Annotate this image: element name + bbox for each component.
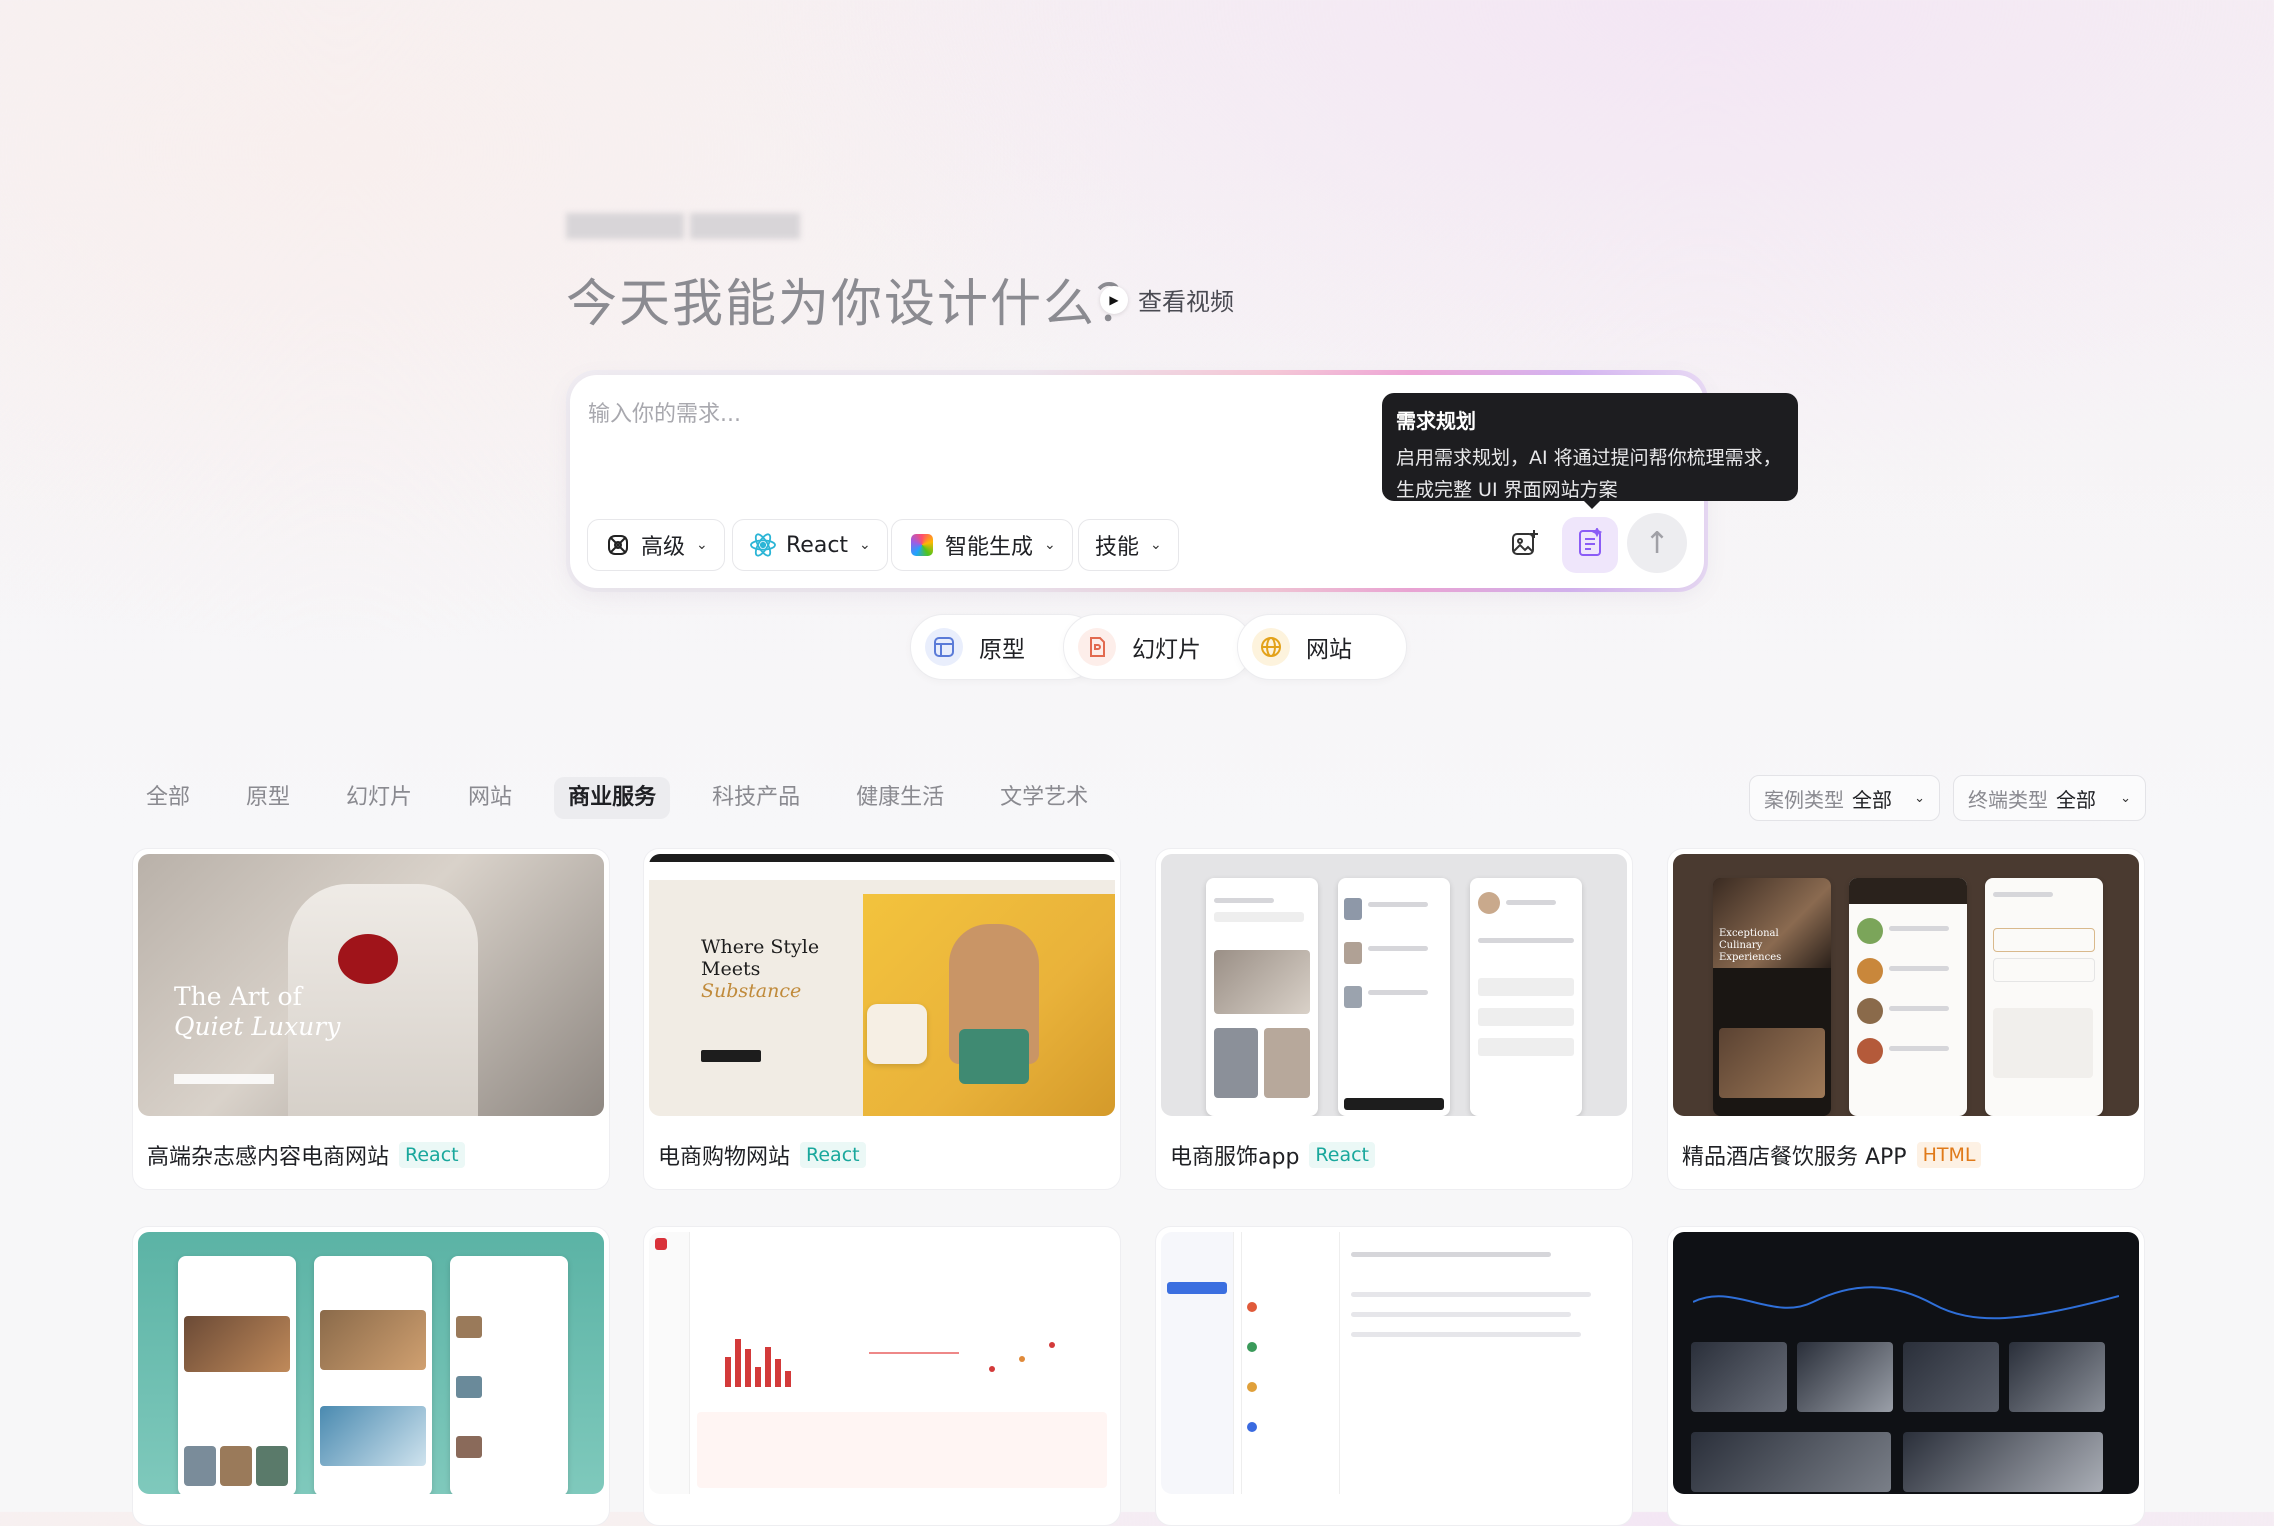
- quick-type-label: 幻灯片: [1132, 637, 1201, 663]
- case-title-row: 精品酒店餐饮服务 APP HTML: [1682, 1139, 1982, 1171]
- case-thumbnail: Exceptional Culinary Experiences: [1673, 854, 2139, 1116]
- case-thumbnail: [649, 1232, 1115, 1494]
- thumb-heading: Meets: [701, 958, 761, 980]
- requirement-planning-tooltip: 需求规划 启用需求规划，AI 将通过提问帮你梳理需求， 生成完整 UI 界面网站…: [1382, 393, 1798, 501]
- thumb-heading: The Art of: [174, 982, 302, 1011]
- thumb-heading: Quiet Luxury: [174, 1012, 341, 1041]
- case-title: 电商购物网站: [658, 1145, 791, 1170]
- tab-health-life[interactable]: 健康生活: [842, 777, 958, 819]
- case-title-row: 电商购物网站 React: [658, 1139, 866, 1171]
- tab-tech-products[interactable]: 科技产品: [698, 777, 814, 819]
- case-card[interactable]: Exceptional Culinary Experiences 精品酒店餐饮服…: [1667, 848, 2145, 1190]
- framework-dropdown[interactable]: React ⌄: [732, 519, 888, 571]
- prototype-icon: [925, 628, 963, 666]
- thumb-heading: Exceptional Culinary Experiences: [1719, 928, 1782, 963]
- slides-icon: [1078, 628, 1116, 666]
- case-thumbnail: [1673, 1232, 2139, 1494]
- tab-all[interactable]: 全部: [132, 777, 204, 819]
- generation-mode-label: 智能生成: [945, 535, 1034, 560]
- tooltip-title: 需求规划: [1396, 409, 1476, 433]
- arrow-up-icon: ↑: [1644, 525, 1670, 561]
- chevron-down-icon: ⌄: [1150, 537, 1162, 553]
- model-level-dropdown[interactable]: 高级 ⌄: [587, 519, 725, 571]
- case-thumbnail: [1161, 854, 1627, 1116]
- send-button[interactable]: ↑: [1627, 513, 1687, 573]
- chevron-down-icon: ⌄: [2120, 790, 2131, 806]
- color-grid-icon: [908, 531, 936, 559]
- filter-value: 全部: [1852, 787, 1892, 812]
- filter-key: 案例类型: [1764, 787, 1844, 812]
- case-card[interactable]: [1155, 1226, 1633, 1526]
- tab-slides[interactable]: 幻灯片: [332, 777, 426, 819]
- framework-label: React: [786, 532, 849, 558]
- quick-type-website[interactable]: 网站: [1237, 614, 1407, 680]
- image-add-icon: [1510, 528, 1540, 562]
- case-title: 高端杂志感内容电商网站: [147, 1145, 390, 1170]
- generation-mode-dropdown[interactable]: 智能生成 ⌄: [891, 519, 1073, 571]
- chevron-down-icon: ⌄: [696, 537, 708, 553]
- quick-type-label: 原型: [979, 637, 1025, 663]
- case-card[interactable]: [132, 1226, 610, 1526]
- framework-tag: React: [1309, 1142, 1375, 1168]
- globe-icon: [1252, 628, 1290, 666]
- prompt-input[interactable]: [586, 393, 1350, 435]
- filter-value: 全部: [2056, 787, 2096, 812]
- requirement-planning-button[interactable]: [1562, 517, 1618, 573]
- react-icon: [749, 531, 777, 559]
- framework-tag: React: [800, 1142, 866, 1168]
- quick-type-label: 网站: [1306, 637, 1352, 663]
- tab-prototype[interactable]: 原型: [232, 777, 304, 819]
- case-card[interactable]: Where Style Meets Substance 电商购物网站 React: [643, 848, 1121, 1190]
- model-icon: [604, 531, 632, 559]
- framework-tag: React: [399, 1142, 465, 1168]
- chevron-down-icon: ⌄: [1914, 790, 1925, 806]
- tab-literature-art[interactable]: 文学艺术: [986, 777, 1102, 819]
- thumb-heading: Where Style: [701, 936, 820, 958]
- device-type-filter[interactable]: 终端类型 全部 ⌄: [1953, 775, 2146, 821]
- case-title: 精品酒店餐饮服务 APP: [1682, 1145, 1907, 1170]
- case-thumbnail: [138, 1232, 604, 1494]
- framework-tag: HTML: [1916, 1142, 1982, 1168]
- case-title-row: 高端杂志感内容电商网站 React: [147, 1139, 465, 1171]
- tooltip-arrow: [1582, 499, 1602, 509]
- case-card[interactable]: The Art of Quiet Luxury 高端杂志感内容电商网站 Reac…: [132, 848, 610, 1190]
- filter-key: 终端类型: [1968, 787, 2048, 812]
- quick-type-slides[interactable]: 幻灯片: [1063, 614, 1253, 680]
- case-title-row: 电商服饰app React: [1170, 1139, 1375, 1171]
- category-tabs: 全部 原型 幻灯片 网站 商业服务 科技产品 健康生活 文学艺术: [132, 777, 1130, 819]
- case-type-filter[interactable]: 案例类型 全部 ⌄: [1749, 775, 1940, 821]
- brand-logo: [566, 213, 800, 239]
- page-title: 今天我能为你设计什么？: [566, 275, 1150, 334]
- case-card[interactable]: 电商服饰app React: [1155, 848, 1633, 1190]
- chevron-down-icon: ⌄: [859, 537, 871, 553]
- case-thumbnail: The Art of Quiet Luxury: [138, 854, 604, 1116]
- upload-image-button[interactable]: [1497, 517, 1553, 573]
- chevron-down-icon: ⌄: [1044, 537, 1056, 553]
- case-thumbnail: [1161, 1232, 1627, 1494]
- watch-video-link[interactable]: ▶ 查看视频: [1100, 282, 1234, 317]
- watch-video-label: 查看视频: [1138, 288, 1234, 316]
- skills-dropdown[interactable]: 技能 ⌄: [1078, 519, 1179, 571]
- case-thumbnail: Where Style Meets Substance: [649, 854, 1115, 1116]
- case-card[interactable]: [643, 1226, 1121, 1526]
- thumb-heading: Substance: [701, 980, 802, 1002]
- skills-label: 技能: [1095, 535, 1140, 560]
- tab-business-services[interactable]: 商业服务: [554, 777, 671, 819]
- case-title: 电商服饰app: [1170, 1145, 1300, 1170]
- model-level-label: 高级: [641, 535, 686, 560]
- tooltip-line1: 启用需求规划，AI 将通过提问帮你梳理需求，: [1396, 447, 1782, 469]
- tab-website[interactable]: 网站: [454, 777, 526, 819]
- case-card[interactable]: [1667, 1226, 2145, 1526]
- play-icon: ▶: [1100, 285, 1128, 314]
- document-plan-icon: [1575, 526, 1605, 562]
